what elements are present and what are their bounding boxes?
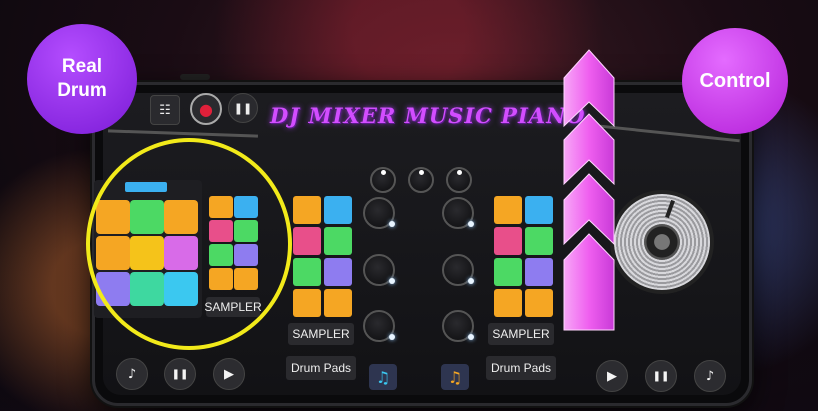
- sampler-pad[interactable]: [234, 268, 258, 290]
- eq-knob[interactable]: [442, 254, 474, 286]
- center-right-sampler-button[interactable]: SAMPLER: [488, 323, 554, 345]
- right-turntable-platter[interactable]: [610, 190, 714, 294]
- eq-knob[interactable]: [442, 310, 474, 342]
- sampler-pad[interactable]: [209, 196, 233, 218]
- left-pause-button[interactable]: ❚❚: [164, 358, 196, 390]
- play-icon: ▶: [224, 366, 234, 382]
- gain-knob[interactable]: [446, 167, 472, 193]
- eq-knob[interactable]: [363, 310, 395, 342]
- equalizer-button[interactable]: ☷: [150, 95, 180, 125]
- right-music-library-button[interactable]: ♫: [441, 364, 469, 390]
- center-pad[interactable]: [525, 196, 553, 224]
- center-pad[interactable]: [494, 289, 522, 317]
- right-drum-pads-button[interactable]: Drum Pads: [486, 356, 556, 380]
- sampler-pad[interactable]: [209, 220, 233, 242]
- pause-button[interactable]: ❚❚: [228, 93, 258, 123]
- eq-knob[interactable]: [363, 254, 395, 286]
- control-badge: Control: [682, 28, 788, 134]
- sampler-pad[interactable]: [234, 244, 258, 266]
- right-playlist-button[interactable]: ♪: [694, 360, 726, 392]
- eq-knob[interactable]: [363, 197, 395, 229]
- left-sampler-button[interactable]: SAMPLER: [204, 297, 262, 317]
- eq-knob[interactable]: [442, 197, 474, 229]
- center-pad[interactable]: [324, 196, 352, 224]
- left-play-button[interactable]: ▶: [213, 358, 245, 390]
- real-drum-badge: Real Drum: [27, 24, 137, 134]
- center-pad[interactable]: [293, 196, 321, 224]
- center-left-sampler-button[interactable]: SAMPLER: [288, 323, 354, 345]
- record-button[interactable]: ●: [190, 93, 222, 125]
- app-title: DJ MIXER MUSIC PIANO: [270, 103, 586, 128]
- right-play-button[interactable]: ▶: [596, 360, 628, 392]
- center-pad[interactable]: [525, 258, 553, 286]
- sampler-pad[interactable]: [209, 268, 233, 290]
- center-pad[interactable]: [293, 289, 321, 317]
- crossfader-knob[interactable]: [408, 167, 434, 193]
- center-pad[interactable]: [525, 227, 553, 255]
- pause-icon: ❚❚: [171, 368, 189, 380]
- play-icon: ▶: [607, 368, 617, 384]
- pause-icon: ❚❚: [652, 370, 670, 382]
- music-list-icon: ♪: [705, 368, 715, 384]
- gain-knob[interactable]: [370, 167, 396, 193]
- platter-hub: [644, 224, 680, 260]
- music-note-icon: ♫: [447, 367, 463, 387]
- sampler-pad[interactable]: [234, 196, 258, 218]
- music-list-icon: ♪: [127, 366, 137, 382]
- phone-speaker: [180, 74, 210, 80]
- right-pause-button[interactable]: ❚❚: [645, 360, 677, 392]
- record-icon: ●: [199, 99, 213, 119]
- center-pad[interactable]: [494, 196, 522, 224]
- center-pad[interactable]: [293, 227, 321, 255]
- center-pad[interactable]: [525, 289, 553, 317]
- control-arrows-graphic: [563, 49, 615, 331]
- real-drum-badge-line2: Drum: [57, 80, 107, 101]
- real-drum-badge-line1: Real: [61, 56, 103, 77]
- left-playlist-button[interactable]: ♪: [116, 358, 148, 390]
- highlight-ring: [86, 138, 292, 350]
- left-music-library-button[interactable]: ♫: [369, 364, 397, 390]
- music-note-icon: ♫: [375, 367, 391, 387]
- sampler-pad[interactable]: [234, 220, 258, 242]
- center-pad[interactable]: [324, 258, 352, 286]
- left-drum-pads-button[interactable]: Drum Pads: [286, 356, 356, 380]
- pause-icon: ❚❚: [233, 101, 253, 115]
- center-pad[interactable]: [324, 227, 352, 255]
- center-pad[interactable]: [494, 227, 522, 255]
- center-pad[interactable]: [324, 289, 352, 317]
- platter-marker: [665, 199, 675, 219]
- sampler-pad[interactable]: [209, 244, 233, 266]
- center-pad[interactable]: [293, 258, 321, 286]
- center-pad[interactable]: [494, 258, 522, 286]
- equalizer-icon: ☷: [159, 102, 171, 118]
